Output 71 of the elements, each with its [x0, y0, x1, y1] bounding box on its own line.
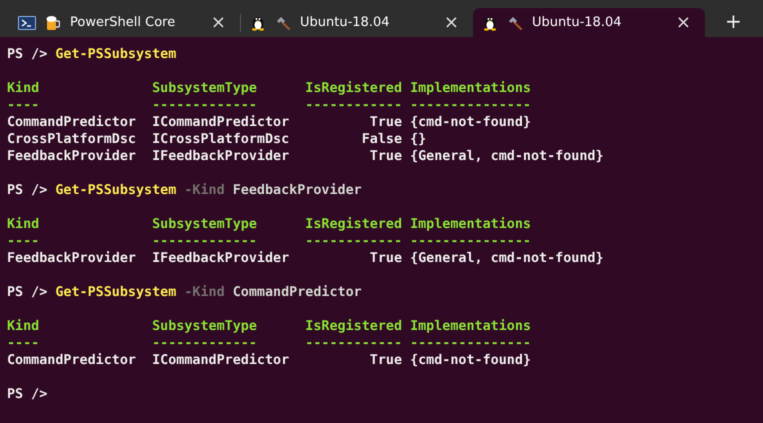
column-header: SubsystemType — [152, 80, 258, 97]
table-cell-text: ICommandPredictor — [152, 114, 290, 131]
command-text: Get-PSSubsystem — [55, 47, 176, 62]
close-tab-button[interactable]: × — [440, 14, 463, 32]
command-text: Get-PSSubsystem — [55, 183, 176, 198]
column-header: IsRegistered — [305, 216, 402, 233]
table-cell-text: {General, cmd-not-found} — [410, 148, 605, 165]
hammer-icon — [507, 15, 522, 30]
header-underline: ------------ — [305, 97, 402, 114]
table-cell-text: FeedbackProvider — [7, 148, 137, 165]
new-tab-button[interactable]: + — [719, 9, 748, 33]
table-cell-text: {cmd-not-found} — [410, 114, 532, 131]
table-cell-text: False — [360, 131, 402, 148]
header-underline: ------------ — [305, 233, 402, 250]
prompt-text: PS /> — [7, 285, 48, 300]
prompt-text: PS /> — [7, 183, 48, 198]
table-cell-text: ICommandPredictor — [152, 352, 290, 369]
close-tab-button[interactable]: × — [672, 14, 695, 32]
tab-title: Ubuntu-18.04 — [532, 15, 622, 30]
table-cell-text: True — [368, 114, 402, 131]
table-cell-text: True — [368, 250, 402, 267]
terminal-tab[interactable]: PowerShell Core × — [8, 8, 240, 37]
header-underline: ------------ — [305, 335, 402, 352]
table-cell-text: CommandPredictor — [7, 352, 137, 369]
header-underline: ------------- — [152, 97, 258, 114]
parameter-text: -Kind — [184, 183, 225, 198]
table-cell-text: True — [368, 148, 402, 165]
prompt-text: PS /> — [7, 387, 48, 402]
header-underline: ---- — [7, 233, 40, 250]
table-cell-text: True — [368, 352, 402, 369]
header-underline: --------------- — [410, 97, 532, 114]
penguin-icon — [483, 14, 497, 31]
beer-mug-icon — [46, 14, 60, 30]
table-cell-text: IFeedbackProvider — [152, 250, 290, 267]
header-underline: --------------- — [410, 335, 532, 352]
column-header: IsRegistered — [305, 80, 402, 97]
column-header: Kind — [7, 216, 40, 233]
table-cell-text: {General, cmd-not-found} — [410, 250, 605, 267]
column-header: Implementations — [410, 216, 532, 233]
terminal-tab[interactable]: Ubuntu-18.04 × — [241, 8, 473, 37]
column-header: Kind — [7, 80, 40, 97]
header-underline: ------------- — [152, 233, 258, 250]
table-cell-text: ICrossPlatformDsc — [152, 131, 290, 148]
argument-text: CommandPredictor — [232, 285, 362, 300]
column-header: Implementations — [410, 80, 532, 97]
parameter-text: -Kind — [184, 285, 225, 300]
table-cell-text: {cmd-not-found} — [410, 352, 532, 369]
tab-title: PowerShell Core — [70, 15, 176, 30]
command-text: Get-PSSubsystem — [55, 285, 176, 300]
penguin-icon — [251, 14, 265, 31]
table-cell-text: FeedbackProvider — [7, 250, 137, 267]
hammer-icon — [275, 15, 290, 30]
tab-title: Ubuntu-18.04 — [300, 15, 390, 30]
table-cell-text: CrossPlatformDsc — [7, 131, 137, 148]
header-underline: ------------- — [152, 335, 258, 352]
argument-text: FeedbackProvider — [232, 183, 362, 198]
header-underline: ---- — [7, 335, 40, 352]
terminal-tab[interactable]: Ubuntu-18.04 × — [473, 8, 705, 37]
close-tab-button[interactable]: × — [206, 14, 230, 32]
header-underline: ---- — [7, 97, 40, 114]
table-cell-text: {} — [410, 131, 428, 148]
table-cell-text: IFeedbackProvider — [152, 148, 290, 165]
column-header: SubsystemType — [152, 216, 258, 233]
column-header: IsRegistered — [305, 318, 402, 335]
table-cell-text: CommandPredictor — [7, 114, 137, 131]
header-underline: --------------- — [410, 233, 532, 250]
column-header: Kind — [7, 318, 40, 335]
prompt-text: PS /> — [7, 47, 48, 62]
column-header: SubsystemType — [152, 318, 258, 335]
terminal-prompt-icon — [18, 16, 36, 30]
column-header: Implementations — [410, 318, 532, 335]
